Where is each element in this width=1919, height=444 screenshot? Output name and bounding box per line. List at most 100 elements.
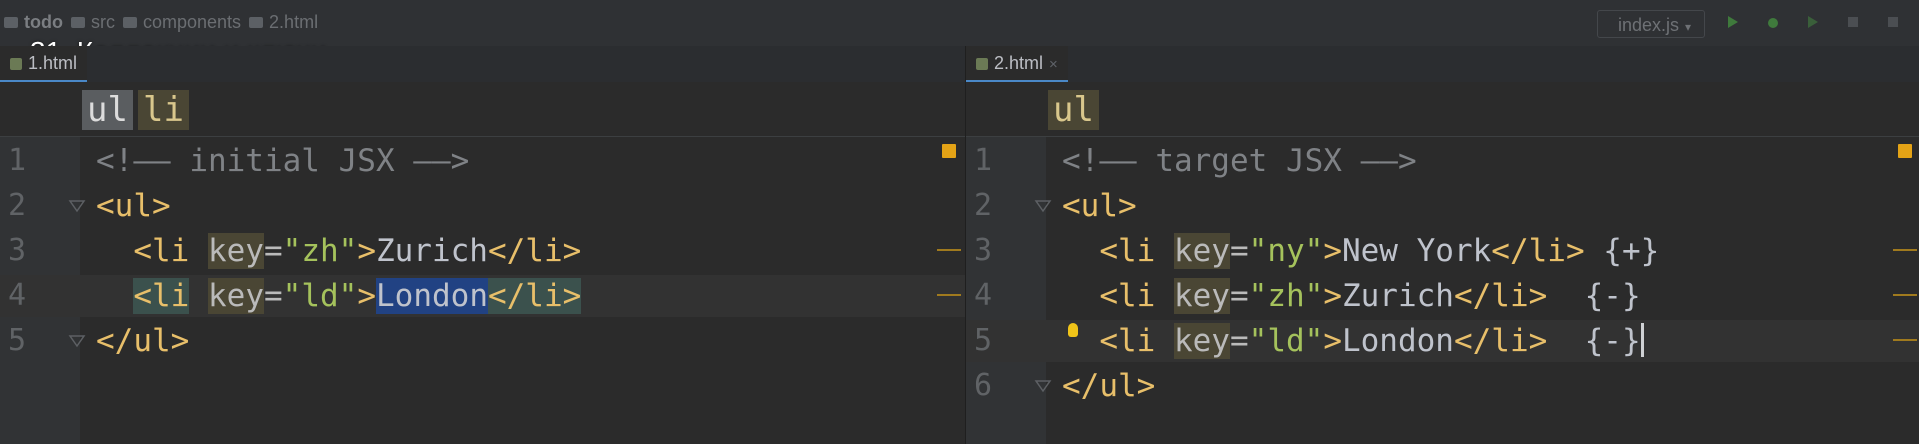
code-token: <li xyxy=(133,278,190,314)
fold-icon[interactable] xyxy=(68,332,86,350)
code-token: <li xyxy=(1099,233,1174,269)
line-number: 3 xyxy=(8,233,27,268)
code-token: "ld" xyxy=(282,278,358,314)
tab-2-html[interactable]: 2.html × xyxy=(966,46,1068,83)
code-token: = xyxy=(1229,323,1249,359)
code-token: key xyxy=(1173,323,1230,359)
tag-path-ul[interactable]: ul xyxy=(1048,90,1099,130)
code-token: <ul> xyxy=(96,188,171,224)
text-cursor xyxy=(1640,323,1644,357)
code-line[interactable]: 3 <li key="ny">New York</li> {+} xyxy=(966,230,1919,272)
coverage-icon[interactable] xyxy=(1805,14,1821,30)
tab-1-html[interactable]: 1.html xyxy=(0,46,88,83)
code-line[interactable]: 2 <ul> xyxy=(966,185,1919,227)
code-token: = xyxy=(263,233,283,269)
code-text: <li key="zh">Zurich</li> xyxy=(96,230,581,272)
close-icon[interactable]: × xyxy=(1049,56,1058,73)
fold-icon[interactable] xyxy=(1034,197,1052,215)
code-line[interactable]: 5 <li key="ld">London</li> {-} xyxy=(966,320,1919,362)
folder-icon xyxy=(70,17,85,28)
breadcrumb-item-project[interactable]: todo xyxy=(4,12,63,33)
code-token: = xyxy=(1229,233,1249,269)
code-text: <ul> xyxy=(1062,185,1137,227)
code-text: </ul> xyxy=(96,320,189,362)
code-token: "ny" xyxy=(1248,233,1324,269)
code-token: {+} xyxy=(1584,233,1660,269)
code-token: </ul> xyxy=(1062,368,1156,404)
warning-marker-icon[interactable] xyxy=(1898,144,1912,158)
stop-icon[interactable] xyxy=(1885,14,1901,30)
tag-path-li[interactable]: li xyxy=(138,90,189,130)
code-token: <li xyxy=(1099,278,1174,314)
code-token: <li xyxy=(133,233,208,269)
line-number: 1 xyxy=(8,143,27,178)
code-token: key xyxy=(208,278,264,314)
file-icon xyxy=(249,17,264,28)
left-tabstrip: 1.html xyxy=(0,46,965,83)
breadcrumb: todo src components 2.html xyxy=(4,12,318,33)
scroll-marker xyxy=(1893,339,1917,341)
line-number: 2 xyxy=(8,188,27,223)
breadcrumb-item-components[interactable]: components xyxy=(122,12,241,33)
run-config-select[interactable]: index.js ▾ xyxy=(1597,10,1705,38)
code-text: <!—— initial JSX ——> xyxy=(96,140,469,182)
tag-path-ul[interactable]: ul xyxy=(82,90,133,130)
code-line[interactable]: 2 <ul> xyxy=(0,185,965,227)
line-number: 2 xyxy=(974,188,993,223)
code-line[interactable]: 4 <li key="ld">London</li> xyxy=(0,275,965,317)
code-token: Zurich xyxy=(375,233,488,269)
right-tabstrip: 2.html × xyxy=(966,46,1919,83)
fold-icon[interactable] xyxy=(1034,377,1052,395)
lightbulb-icon[interactable] xyxy=(1068,323,1078,337)
code-line[interactable]: 1 <!—— target JSX ——> xyxy=(966,140,1919,182)
breadcrumb-item-src[interactable]: src xyxy=(70,12,115,33)
left-editor[interactable]: ul li 1 <!—— initial JSX ——> 2 <ul> 3 <li ke… xyxy=(0,82,965,444)
code-token: </ul> xyxy=(96,323,190,359)
code-token: > xyxy=(357,233,376,269)
code-text: <li key="ny">New York</li> {+} xyxy=(1062,230,1659,272)
code-text: <ul> xyxy=(96,185,171,227)
code-line[interactable]: 5 </ul> xyxy=(0,320,965,362)
code-token: London xyxy=(376,278,488,314)
run-icon[interactable] xyxy=(1725,14,1741,30)
code-token: {-} xyxy=(1547,323,1641,359)
code-line[interactable]: 4 <li key="zh">Zurich</li> {-} xyxy=(966,275,1919,317)
code-line[interactable]: 3 <li key="zh">Zurich</li> xyxy=(0,230,965,272)
line-number: 1 xyxy=(974,143,993,178)
code-text: <!—— target JSX ——> xyxy=(1062,140,1417,182)
code-token: </li> xyxy=(1453,323,1548,359)
code-token: key xyxy=(1173,278,1230,314)
code-token: Zurich xyxy=(1341,278,1454,314)
code-line[interactable]: 6 </ul> xyxy=(966,365,1919,407)
left-tag-path: ul li xyxy=(0,82,965,137)
chevron-down-icon: ▾ xyxy=(1685,20,1692,34)
scroll-marker xyxy=(937,294,961,296)
code-token: = xyxy=(264,278,283,314)
code-token: <ul> xyxy=(1062,188,1137,224)
fold-icon[interactable] xyxy=(68,197,86,215)
code-line[interactable]: 1 <!—— initial JSX ——> xyxy=(0,140,965,182)
profile-icon[interactable] xyxy=(1845,14,1861,30)
code-token: </li> xyxy=(487,278,582,314)
scroll-marker xyxy=(937,249,961,251)
html-file-icon xyxy=(976,58,988,70)
line-number: 5 xyxy=(974,323,993,358)
right-tag-path: ul xyxy=(966,82,1919,137)
code-token: <!—— initial JSX ——> xyxy=(96,143,470,179)
debug-icon[interactable] xyxy=(1765,14,1781,30)
code-token: London xyxy=(1341,323,1454,359)
scroll-marker xyxy=(1893,294,1917,296)
code-token: <!—— target JSX ——> xyxy=(1062,143,1417,179)
right-editor[interactable]: ul 1 <!—— target JSX ——> 2 <ul> 3 <li key="n… xyxy=(966,82,1919,444)
code-token: "zh" xyxy=(282,233,358,269)
code-token: </li> xyxy=(1453,278,1548,314)
warning-marker-icon[interactable] xyxy=(942,144,956,158)
run-config-label: index.js xyxy=(1618,15,1680,35)
breadcrumb-item-file[interactable]: 2.html xyxy=(249,12,318,33)
code-token: > xyxy=(1323,323,1342,359)
line-number: 5 xyxy=(8,323,27,358)
code-token: key xyxy=(207,233,264,269)
